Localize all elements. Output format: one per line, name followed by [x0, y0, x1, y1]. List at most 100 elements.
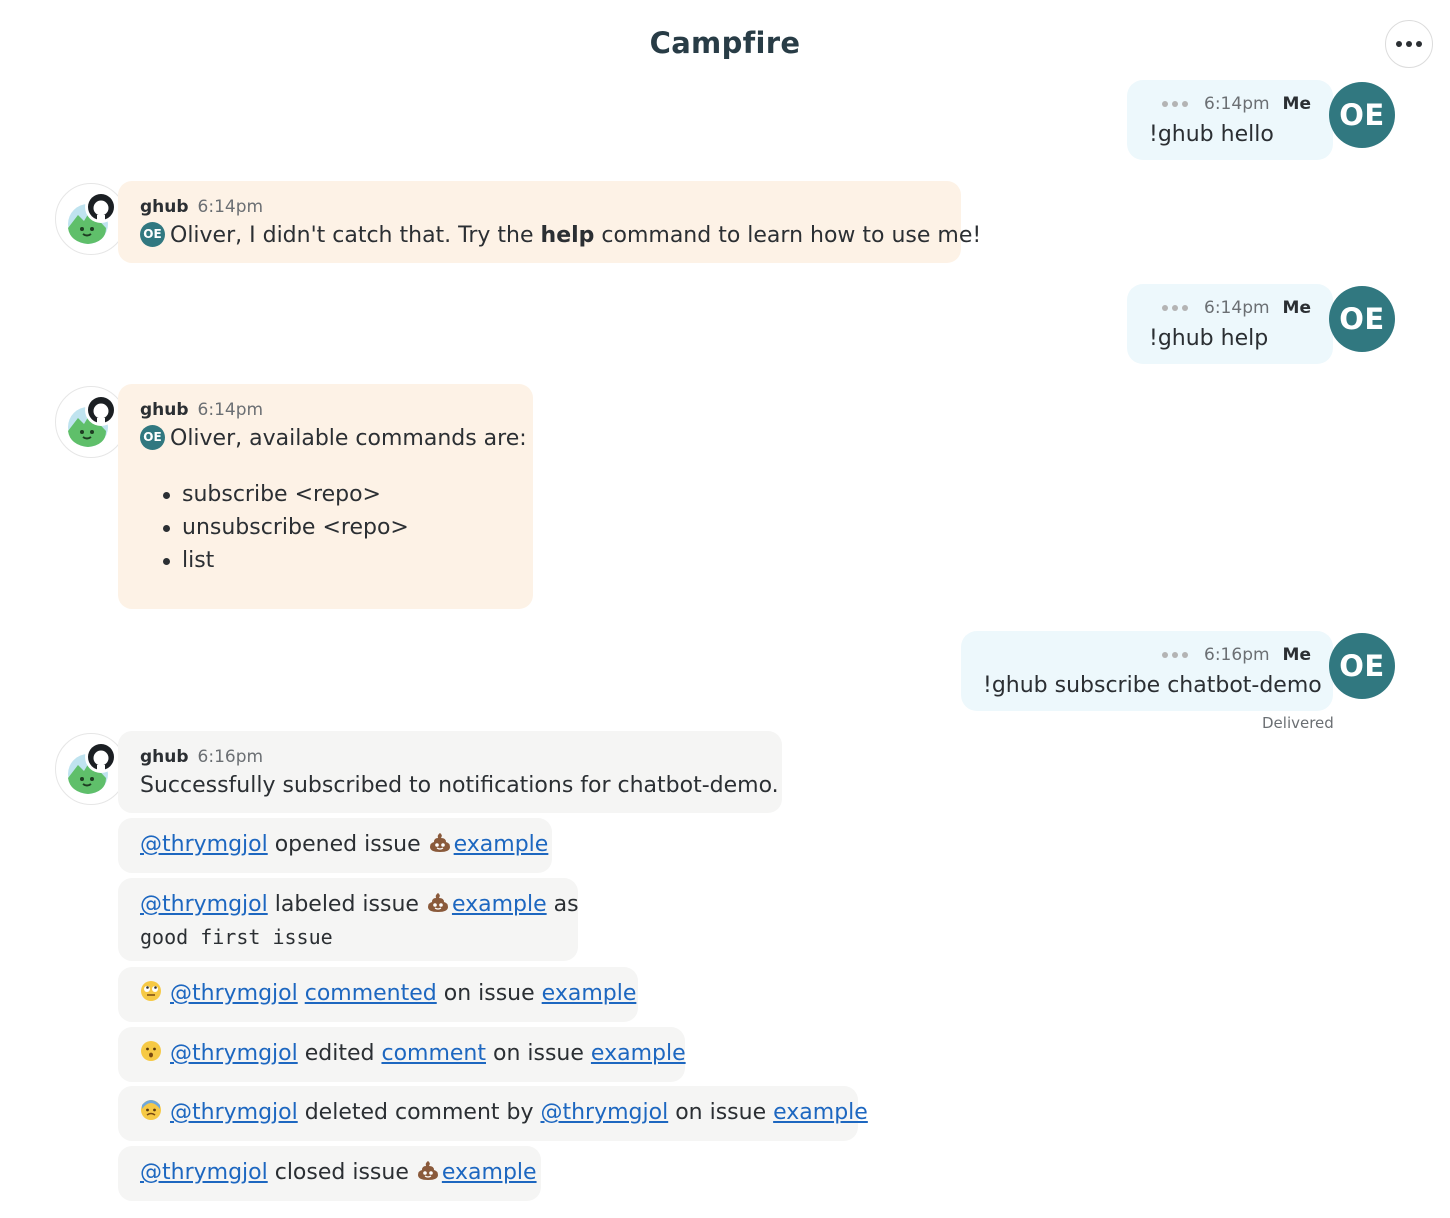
list-item: subscribe <repo> [163, 478, 409, 511]
bot-avatar[interactable] [55, 183, 127, 255]
message-meta: 6:14pm Me [1162, 298, 1311, 318]
sender-name: Me [1282, 94, 1311, 114]
message-time: 6:16pm [197, 747, 264, 767]
list-item: list [163, 544, 409, 577]
message-options-icon[interactable] [1162, 652, 1189, 658]
message-text: OE Oliver, I didn't catch that. Try the h… [140, 221, 982, 249]
mention-avatar[interactable]: OE [140, 424, 165, 450]
action-text: on issue [443, 981, 535, 1006]
notification-message: @thrymgjol closed issue example [118, 1146, 541, 1201]
message-meta: 6:16pm Me [1162, 645, 1311, 665]
action-text: edited [304, 1041, 375, 1066]
notification-text: @thrymgjol deleted comment by @thrymgjol… [140, 1100, 868, 1125]
command-list: subscribe <repo> unsubscribe <repo> list [163, 478, 409, 577]
bot-avatar[interactable] [55, 733, 127, 805]
user-link[interactable]: @thrymgjol [540, 1100, 668, 1125]
bot-avatar[interactable] [55, 386, 127, 458]
message-text-part: Oliver, I didn't catch that. Try the [170, 223, 541, 248]
message-time: 6:14pm [197, 400, 264, 420]
command-keyword: help [540, 223, 595, 248]
message-meta: ghub 6:14pm [140, 400, 263, 420]
notification-message: @thrymgjol commented on issue example [118, 967, 638, 1022]
bot-message: ghub 6:14pm OE Oliver, available commands … [118, 384, 533, 609]
notification-text: @thrymgjol closed issue example [140, 1160, 537, 1185]
poop-icon [429, 833, 450, 852]
comment-link[interactable]: commented [305, 981, 437, 1006]
message-meta: 6:14pm Me [1162, 94, 1311, 114]
notification-message: @thrymgjol deleted comment by @thrymgjol… [118, 1086, 868, 1141]
user-link[interactable]: @thrymgjol [140, 1160, 268, 1185]
message-text: !ghub hello [1149, 122, 1274, 147]
user-link[interactable]: @thrymgjol [170, 1041, 298, 1066]
outgoing-message: 6:16pm Me !ghub subscribe chatbot-demo [961, 631, 1333, 711]
action-text: opened issue [274, 832, 421, 857]
action-text: labeled issue [274, 892, 419, 917]
ghub-bot-icon [68, 394, 117, 447]
user-link[interactable]: @thrymgjol [140, 832, 268, 857]
ellipsis-icon [1396, 41, 1402, 47]
ellipsis-dot [1416, 41, 1422, 47]
user-link[interactable]: @thrymgjol [140, 892, 268, 917]
poop-icon [427, 893, 448, 912]
message-text-part: Oliver, available commands are: [170, 426, 527, 451]
issue-link[interactable]: example [442, 1160, 537, 1185]
notification-message: @thrymgjol opened issue example [118, 818, 552, 873]
hushed-face-icon [141, 1041, 161, 1061]
message-text: !ghub help [1149, 326, 1269, 351]
user-link[interactable]: @thrymgjol [170, 981, 298, 1006]
issue-link[interactable]: example [452, 892, 547, 917]
avatar[interactable]: OE [1329, 286, 1395, 352]
bot-message: ghub 6:14pm OE Oliver, I didn't catch that… [118, 181, 981, 263]
action-text: on issue [493, 1041, 584, 1066]
sender-name: Me [1282, 645, 1311, 665]
anxious-face-icon [141, 1100, 161, 1120]
notification-message: @thrymgjol edited comment on issue examp… [118, 1027, 686, 1082]
message-options-icon[interactable] [1162, 101, 1189, 107]
message-time: 6:14pm [1204, 94, 1270, 114]
issue-link[interactable]: example [773, 1100, 868, 1125]
message-text-part: command to learn how to use me! [594, 223, 982, 248]
action-text: on issue [675, 1100, 767, 1125]
more-options-button[interactable] [1385, 20, 1433, 68]
issue-link[interactable]: example [542, 981, 637, 1006]
list-item: unsubscribe <repo> [163, 511, 409, 544]
avatar[interactable]: OE [1329, 82, 1395, 148]
message-meta: ghub 6:16pm [140, 747, 263, 767]
issue-link[interactable]: example [591, 1041, 686, 1066]
message-options-icon[interactable] [1162, 305, 1189, 311]
ellipsis-dot [1406, 41, 1412, 47]
message-text: !ghub subscribe chatbot-demo [983, 673, 1322, 698]
page-title: Campfire [649, 26, 801, 60]
sender-name: ghub [140, 400, 189, 420]
sender-name: Me [1282, 298, 1311, 318]
message-time: 6:14pm [197, 197, 264, 217]
avatar[interactable]: OE [1329, 633, 1395, 699]
notification-message: @thrymgjol labeled issue example as good… [118, 878, 579, 961]
delivery-status: Delivered [1262, 714, 1334, 732]
action-text: as [553, 892, 579, 917]
bot-message: ghub 6:16pm Successfully subscribed to no… [118, 731, 782, 813]
message-text: Successfully subscribed to notifications… [140, 773, 779, 798]
sender-name: ghub [140, 197, 189, 217]
user-link[interactable]: @thrymgjol [170, 1100, 298, 1125]
comment-link[interactable]: comment [381, 1041, 486, 1066]
sender-name: ghub [140, 747, 189, 767]
ghub-bot-icon [68, 741, 117, 794]
message-text: OE Oliver, available commands are: [140, 424, 527, 452]
issue-link[interactable]: example [454, 832, 549, 857]
outgoing-message: 6:14pm Me !ghub hello [1127, 80, 1333, 160]
ghub-bot-icon [68, 191, 117, 244]
action-text: deleted comment by [304, 1100, 534, 1125]
message-meta: ghub 6:14pm [140, 197, 263, 217]
action-text: closed issue [274, 1160, 409, 1185]
notification-text: @thrymgjol labeled issue example as [140, 892, 579, 917]
mention-avatar[interactable]: OE [140, 221, 165, 247]
eye-roll-face-icon [141, 981, 161, 1001]
message-time: 6:16pm [1204, 645, 1270, 665]
poop-icon [417, 1161, 438, 1180]
label-text: good first issue [140, 925, 333, 949]
notification-text: @thrymgjol edited comment on issue examp… [140, 1041, 686, 1066]
outgoing-message: 6:14pm Me !ghub help [1127, 284, 1333, 364]
notification-text: @thrymgjol opened issue example [140, 832, 548, 857]
message-time: 6:14pm [1204, 298, 1270, 318]
